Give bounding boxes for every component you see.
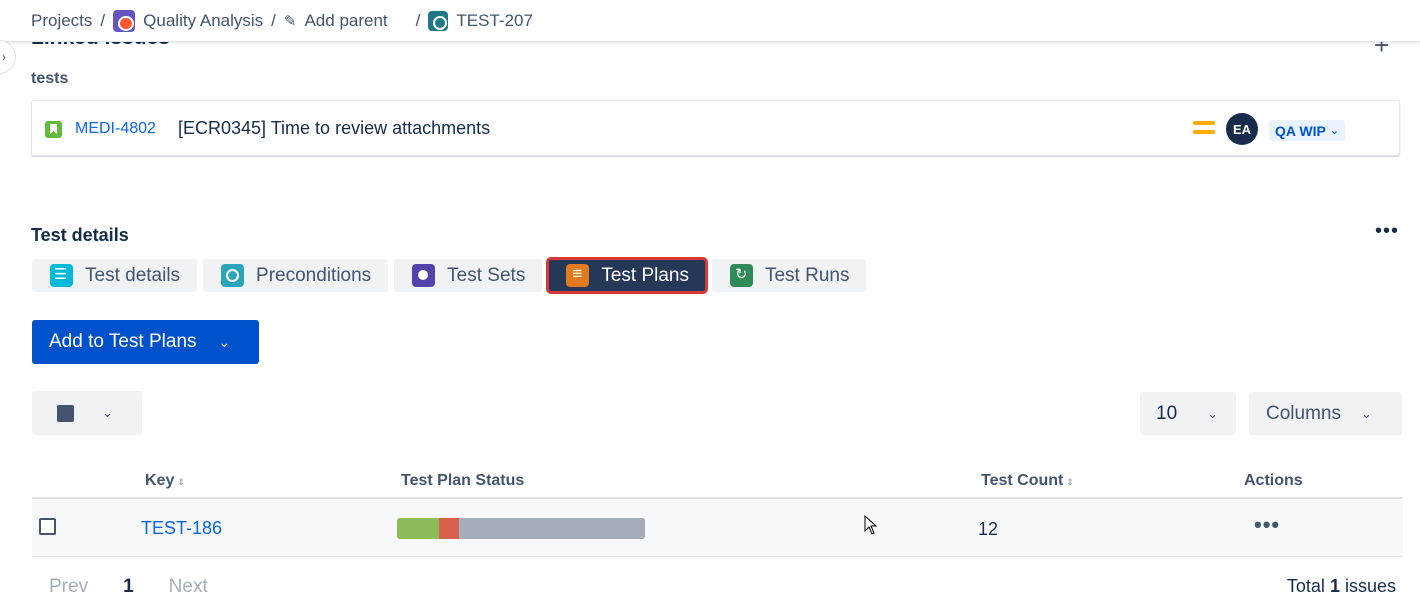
- tab-preconditions[interactable]: Preconditions: [203, 259, 389, 292]
- status-bar-segment: [397, 518, 440, 539]
- test-plan-key-link[interactable]: TEST-186: [141, 518, 222, 539]
- breadcrumb: Projects / Quality Analysis / ✎ Add pare…: [0, 0, 1420, 42]
- linked-issue-summary[interactable]: [ECR0345] Time to review attachments: [178, 118, 490, 139]
- chevron-right-icon: ›: [2, 50, 6, 64]
- page-size-select[interactable]: 10 ⌄: [1140, 392, 1236, 435]
- test-details-icon: [50, 264, 73, 287]
- add-to-test-plans-button[interactable]: Add to Test Plans ⌄: [32, 320, 259, 364]
- tab-test-plans[interactable]: Test Plans: [546, 257, 708, 294]
- test-sets-icon: [412, 264, 436, 287]
- table-header: Key ⇕ Test Plan Status Test Count ⇕ Action…: [32, 462, 1403, 499]
- assignee-avatar[interactable]: EA: [1226, 113, 1258, 145]
- header-actions: Actions: [1244, 472, 1303, 489]
- header-key[interactable]: Key ⇕: [145, 472, 185, 490]
- medium-priority-icon: [1193, 121, 1215, 137]
- chevron-down-icon: ⌄: [102, 405, 113, 420]
- sort-icon: ⇕: [1066, 477, 1074, 487]
- status-bar-segment: [439, 518, 459, 539]
- status-dropdown[interactable]: QA WIP ⌄: [1269, 120, 1346, 141]
- row-checkbox[interactable]: [39, 518, 56, 535]
- columns-button[interactable]: Columns ⌄: [1249, 392, 1402, 435]
- chevron-down-icon: ⌄: [218, 333, 231, 350]
- test-runs-icon: [729, 264, 753, 287]
- total-issues-count: Total 1 issues: [1286, 576, 1396, 596]
- table-row: TEST-186 12 •••: [32, 500, 1403, 557]
- add-parent-button[interactable]: ✎ Add parent: [284, 11, 388, 31]
- prev-page-button[interactable]: Prev: [49, 576, 88, 598]
- mouse-cursor-icon: [864, 515, 877, 535]
- chevron-down-icon: ⌄: [1329, 125, 1340, 137]
- tab-test-runs[interactable]: Test Runs: [711, 259, 867, 292]
- next-page-button[interactable]: Next: [169, 576, 208, 598]
- pencil-icon: ✎: [283, 12, 297, 30]
- header-test-count[interactable]: Test Count ⇕: [981, 472, 1074, 490]
- sidebar-collapse-button[interactable]: ›: [0, 40, 16, 74]
- current-page[interactable]: 1: [123, 576, 134, 598]
- header-test-plan-status: Test Plan Status: [401, 472, 525, 489]
- linked-issue-key[interactable]: MEDI-4802: [75, 120, 156, 138]
- breadcrumb-separator: /: [100, 10, 106, 30]
- test-plans-icon: [566, 264, 590, 287]
- row-actions-icon[interactable]: •••: [1254, 512, 1280, 538]
- story-icon: [45, 121, 62, 138]
- sort-icon: ⇕: [177, 477, 185, 487]
- link-relation-label: tests: [31, 70, 69, 87]
- tab-test-sets[interactable]: Test Sets: [394, 259, 543, 292]
- test-details-title: Test details: [31, 225, 129, 245]
- breadcrumb-issue[interactable]: TEST-207: [428, 10, 533, 31]
- test-plan-status-bar: [397, 518, 645, 539]
- breadcrumb-project[interactable]: Quality Analysis: [113, 9, 263, 32]
- preconditions-icon: [221, 264, 245, 287]
- test-count-value: 12: [978, 519, 999, 539]
- breadcrumb-projects[interactable]: Projects: [31, 11, 92, 31]
- breadcrumb-separator: /: [415, 10, 421, 30]
- test-tabs: Test details Preconditions Test Sets Tes…: [32, 257, 867, 294]
- project-avatar-icon: [113, 9, 136, 32]
- bulk-select-dropdown[interactable]: ⌄: [32, 391, 142, 435]
- more-options-icon[interactable]: •••: [1375, 220, 1399, 243]
- select-all-checkbox-icon[interactable]: [57, 404, 74, 422]
- status-bar-segment: [458, 518, 645, 539]
- chevron-down-icon: ⌄: [1360, 405, 1372, 421]
- chevron-down-icon: ⌄: [1207, 405, 1219, 421]
- linked-issue-card[interactable]: MEDI-4802 [ECR0345] Time to review attac…: [31, 100, 1400, 156]
- breadcrumb-separator: /: [271, 10, 276, 30]
- pagination: Prev 1 Next: [49, 576, 208, 598]
- test-issue-type-icon: [428, 10, 449, 31]
- tab-test-details[interactable]: Test details: [32, 259, 198, 292]
